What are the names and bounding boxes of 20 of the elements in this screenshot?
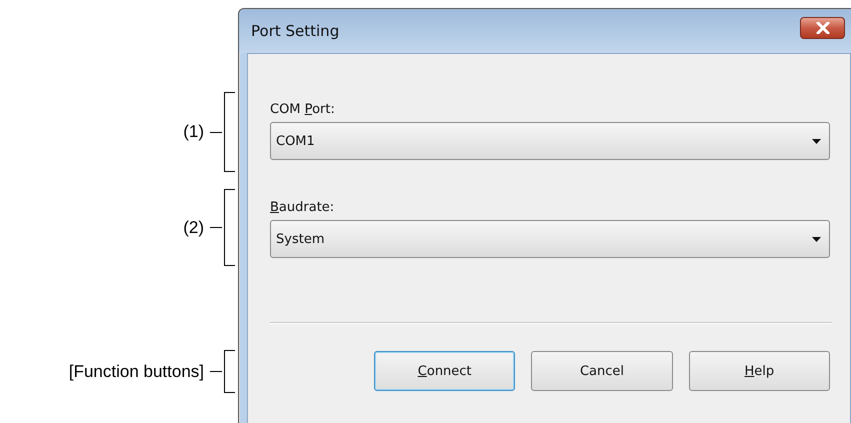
caret-icon xyxy=(812,236,821,242)
field-label: COM Port: xyxy=(270,102,335,117)
close-button[interactable] xyxy=(800,17,845,39)
dialog-button[interactable]: Cancel xyxy=(531,351,673,391)
dialog-button[interactable]: Help xyxy=(688,351,830,391)
callout-label: (1) xyxy=(183,122,204,142)
field-label: Baudrate: xyxy=(270,200,334,215)
dropdown[interactable]: System xyxy=(270,220,830,258)
dropdown-value: COM1 xyxy=(276,134,315,148)
dropdown-value: System xyxy=(276,232,324,246)
callout-label: (2) xyxy=(183,218,204,238)
close-icon xyxy=(816,22,830,34)
leader-line xyxy=(210,371,222,372)
callout-label: [Function buttons] xyxy=(68,362,204,382)
caret-icon xyxy=(812,138,821,144)
leader-line xyxy=(210,227,222,228)
bracket xyxy=(224,350,235,393)
dialog-button[interactable]: Connect xyxy=(374,351,516,391)
dropdown[interactable]: COM1 xyxy=(270,122,830,160)
window-title: Port Setting xyxy=(251,22,340,40)
